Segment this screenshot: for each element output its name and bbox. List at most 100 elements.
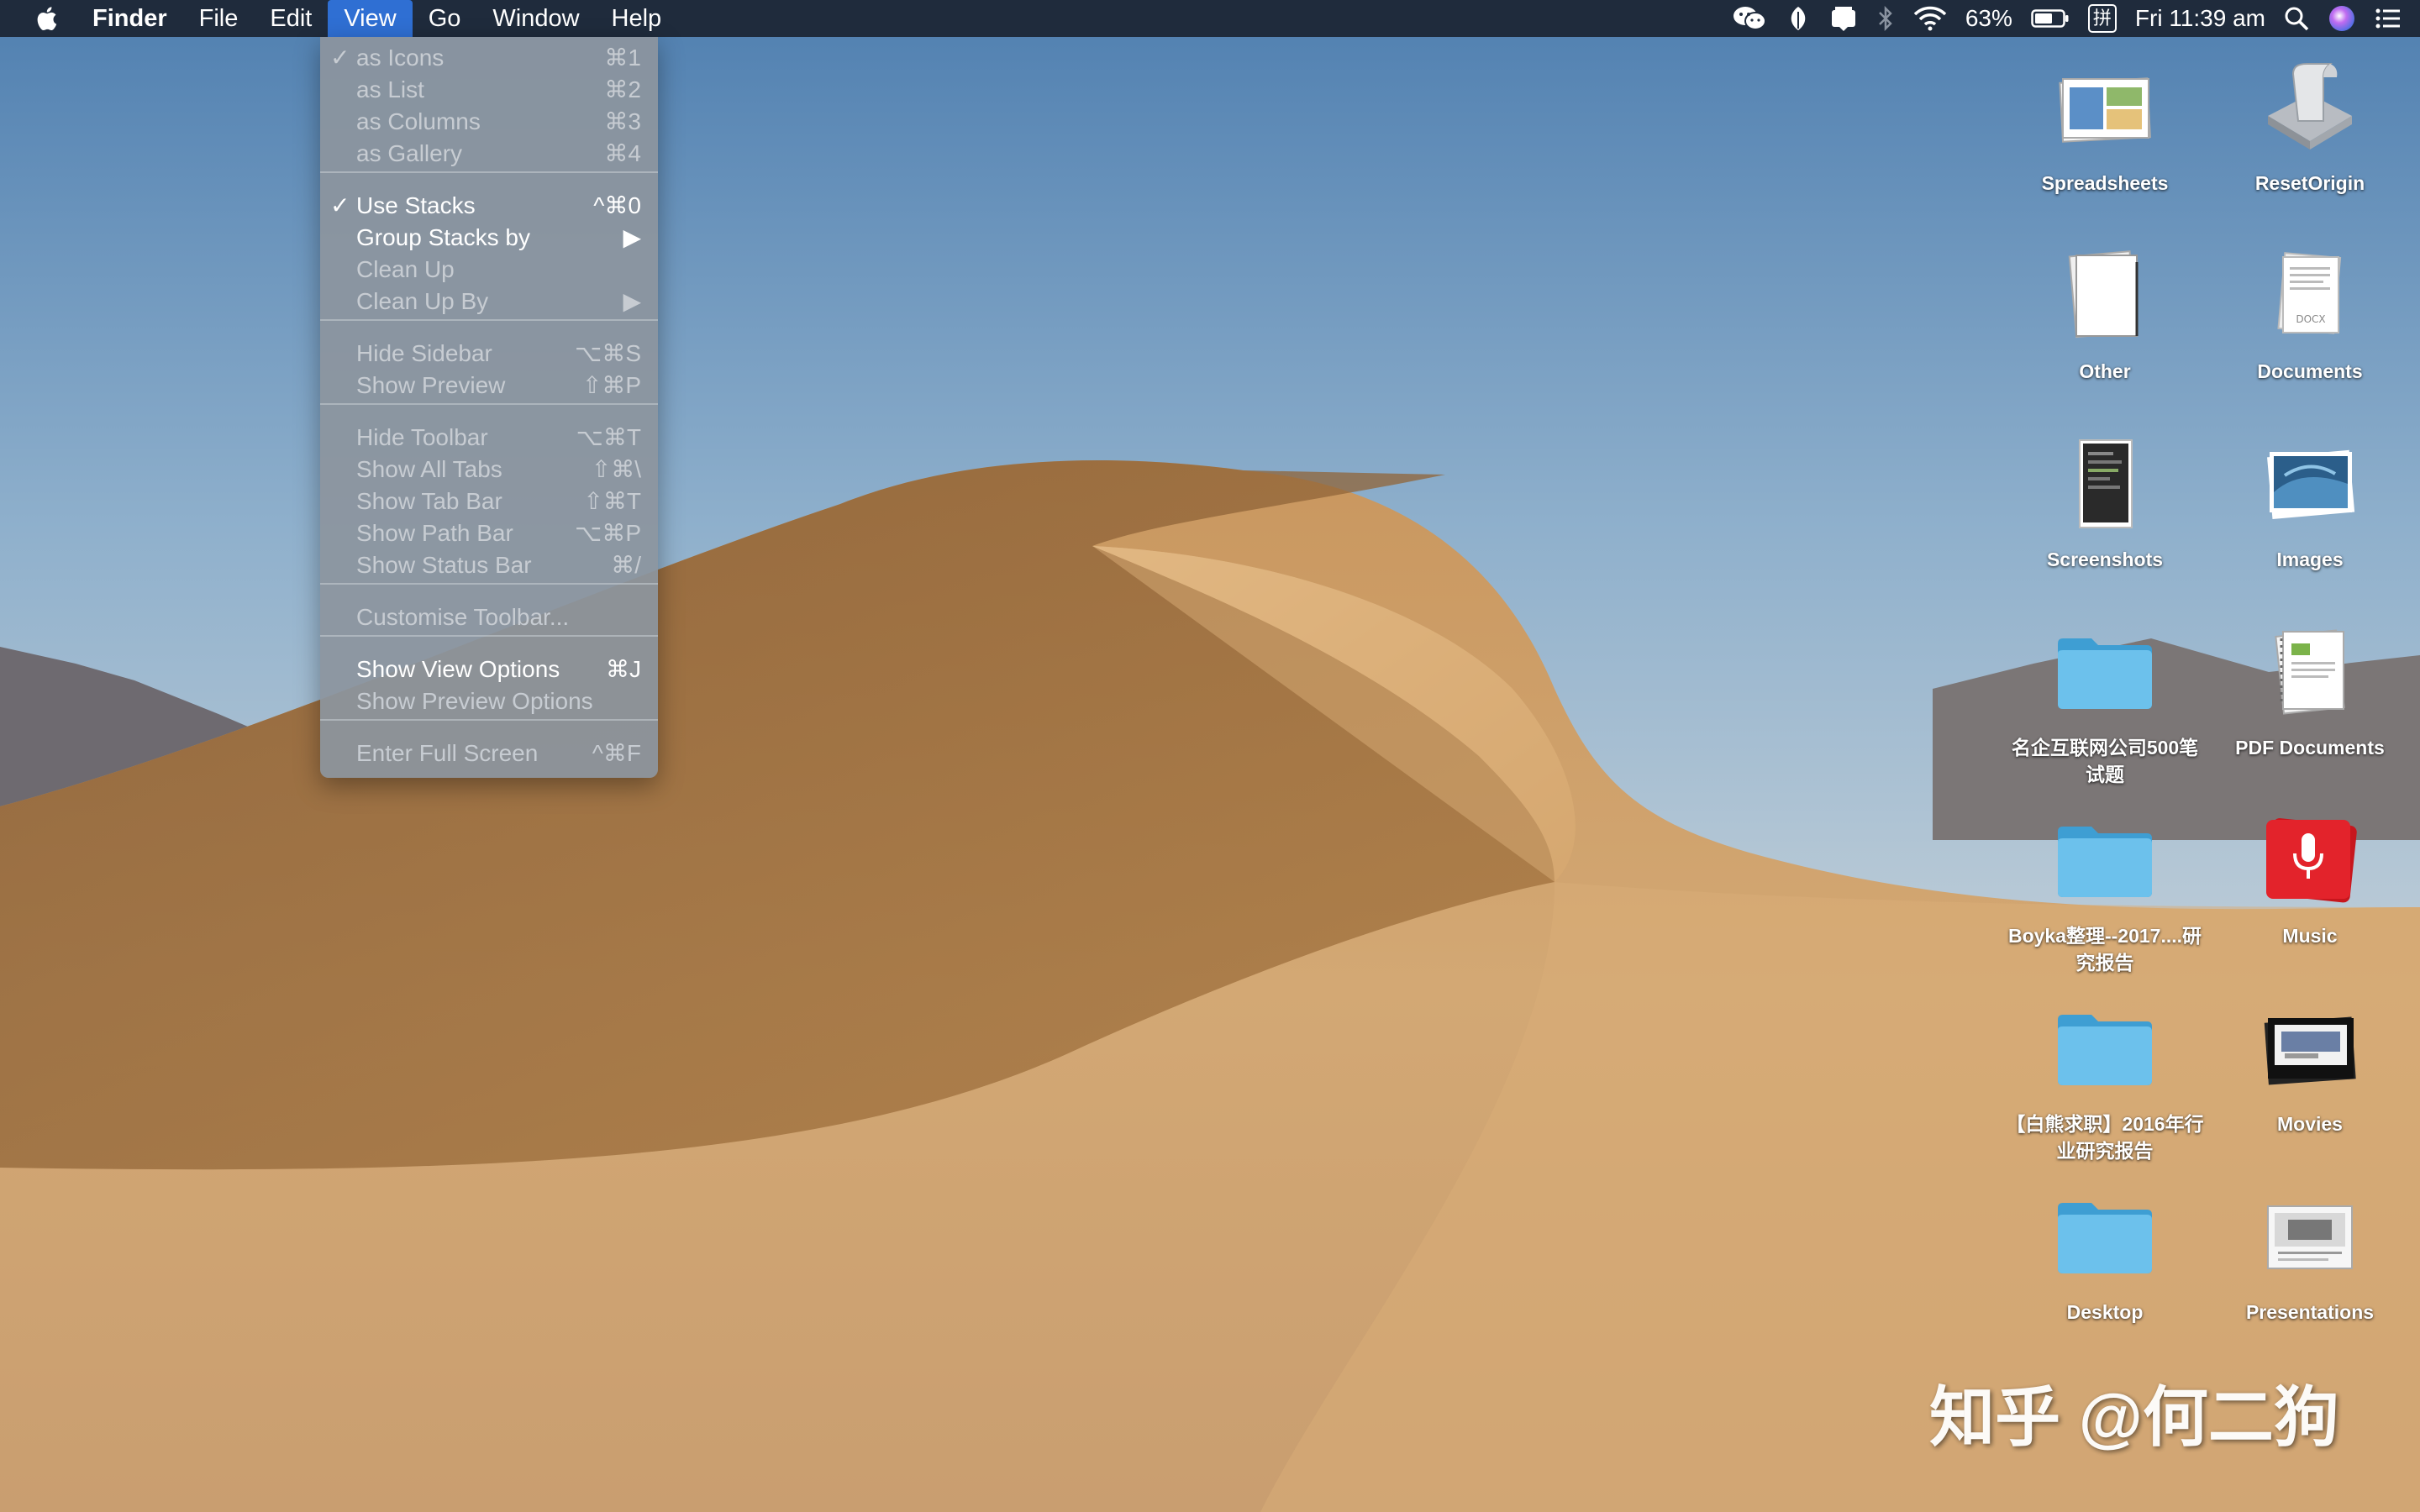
view-menu-item-shortcut: ^⌘F bbox=[592, 740, 641, 766]
view-menu-item[interactable]: Show Path Bar ⌥⌘P bbox=[320, 517, 658, 549]
view-menu-item[interactable]: ✓ as Icons ⌘1 bbox=[320, 42, 658, 74]
view-menu-item[interactable]: Clean Up By ▶ bbox=[320, 286, 658, 318]
input-method-label: 拼 bbox=[2087, 4, 2117, 33]
menu-separator bbox=[320, 583, 658, 585]
apple-menu-icon[interactable] bbox=[0, 0, 92, 37]
view-menu-item-shortcut: ⌘2 bbox=[604, 76, 641, 102]
siri-icon[interactable] bbox=[2328, 0, 2356, 37]
view-menu-item[interactable]: Clean Up bbox=[320, 254, 658, 286]
menu-window[interactable]: Window bbox=[476, 0, 595, 37]
view-menu-item-shortcut: ^⌘0 bbox=[593, 192, 641, 218]
view-menu-item-label: Show Preview Options bbox=[356, 688, 593, 714]
battery-percentage: 63% bbox=[1965, 5, 2012, 31]
desktop-icon-label: Movies bbox=[2277, 1113, 2343, 1135]
view-menu-item[interactable]: Hide Toolbar ⌥⌘T bbox=[320, 422, 658, 454]
folder-icon bbox=[2054, 622, 2155, 722]
view-menu-item[interactable]: as List ⌘2 bbox=[320, 74, 658, 106]
view-menu-item-shortcut: ⌥⌘T bbox=[576, 424, 641, 450]
menu-help[interactable]: Help bbox=[596, 0, 678, 37]
view-menu-item[interactable]: Show Preview ⇧⌘P bbox=[320, 370, 658, 402]
view-menu-item-shortcut: ⌘4 bbox=[604, 140, 641, 166]
view-menu-item-label: Clean Up bbox=[356, 256, 455, 282]
view-menu-item[interactable]: Group Stacks by ▶ bbox=[320, 222, 658, 254]
leaf-app-icon[interactable] bbox=[1786, 0, 1811, 37]
desktop-icon-label: Images bbox=[2276, 549, 2344, 570]
view-menu-item[interactable]: Customise Toolbar... bbox=[320, 601, 658, 633]
folder-icon bbox=[2054, 810, 2155, 911]
notification-app-icon[interactable] bbox=[1829, 0, 1858, 37]
view-menu-item-shortcut: ⇧⌘T bbox=[583, 488, 641, 514]
wechat-icon[interactable] bbox=[1732, 0, 1767, 37]
view-menu-item[interactable]: as Columns ⌘3 bbox=[320, 106, 658, 138]
view-menu-item[interactable]: ✓ Use Stacks ^⌘0 bbox=[320, 190, 658, 222]
menu-go[interactable]: Go bbox=[413, 0, 477, 37]
desktop-icon-label: ResetOrigin bbox=[2254, 172, 2365, 194]
view-menu-item-shortcut: ⇧⌘\ bbox=[591, 456, 641, 482]
menu-file[interactable]: File bbox=[183, 0, 255, 37]
view-menu-item-shortcut: ⌥⌘S bbox=[575, 340, 641, 366]
desktop-icon-label: 名企互联网公司500笔试题 bbox=[2011, 737, 2199, 785]
submenu-arrow-icon: ▶ bbox=[623, 224, 641, 250]
menu-edit[interactable]: Edit bbox=[254, 0, 328, 37]
desktop-icon-label: Spreadsheets bbox=[2041, 172, 2169, 194]
battery-icon[interactable] bbox=[2031, 0, 2070, 37]
view-menu-item-label: Clean Up By bbox=[356, 288, 489, 314]
folder-icon bbox=[2054, 1186, 2155, 1287]
submenu-arrow-icon: ▶ bbox=[623, 288, 641, 314]
script-app-icon bbox=[2260, 57, 2360, 158]
menu-separator bbox=[320, 719, 658, 721]
view-menu-item-label: Enter Full Screen bbox=[356, 740, 539, 766]
checkmark-icon: ✓ bbox=[330, 192, 350, 218]
view-menu-item-label: Hide Sidebar bbox=[356, 340, 492, 366]
desktop-icon-label: Documents bbox=[2257, 360, 2363, 382]
finder-app-menu[interactable]: Finder bbox=[92, 0, 183, 37]
input-method-icon[interactable]: 拼 bbox=[2087, 0, 2117, 37]
view-menu-item[interactable]: Show View Options ⌘J bbox=[320, 654, 658, 685]
notification-center-icon[interactable] bbox=[2375, 0, 2402, 37]
view-menu-item-label: as List bbox=[356, 76, 424, 102]
view-menu-item-shortcut: ⌥⌘P bbox=[575, 520, 641, 546]
svg-text:DOCX: DOCX bbox=[2296, 313, 2325, 325]
desktop-icon-label: PDF Documents bbox=[2235, 737, 2385, 759]
folder-icon bbox=[2054, 998, 2155, 1099]
view-menu-item-shortcut: ⌘/ bbox=[611, 552, 641, 578]
stack-screenshots-icon bbox=[2054, 433, 2155, 534]
stack-movies-icon bbox=[2260, 998, 2360, 1099]
view-menu-item[interactable]: Hide Sidebar ⌥⌘S bbox=[320, 338, 658, 370]
stack-presentations-icon bbox=[2260, 1186, 2360, 1287]
stack-spreadsheets-icon bbox=[2054, 57, 2155, 158]
bluetooth-icon[interactable] bbox=[1876, 0, 1895, 37]
menu-separator bbox=[320, 171, 658, 173]
view-menu-item[interactable]: as Gallery ⌘4 bbox=[320, 138, 658, 170]
view-menu-item-label: as Gallery bbox=[356, 140, 463, 166]
wifi-icon[interactable] bbox=[1913, 0, 1947, 37]
menu-separator bbox=[320, 319, 658, 321]
view-menu-item-label: Show Status Bar bbox=[356, 552, 532, 578]
view-menu-item-label: as Icons bbox=[356, 45, 445, 71]
view-menu-item[interactable]: Show Status Bar ⌘/ bbox=[320, 549, 658, 581]
view-menu-item-label: Use Stacks bbox=[356, 192, 476, 218]
spotlight-search-icon[interactable] bbox=[2284, 0, 2309, 37]
view-menu-item[interactable]: Show All Tabs ⇧⌘\ bbox=[320, 454, 658, 486]
view-dropdown-menu: ✓ as Icons ⌘1 as List ⌘2 as Columns ⌘3 as Galle… bbox=[320, 37, 658, 778]
view-menu-item[interactable]: Show Tab Bar ⇧⌘T bbox=[320, 486, 658, 517]
view-menu-item-label: as Columns bbox=[356, 108, 481, 134]
stack-pdf-icon bbox=[2260, 622, 2360, 722]
view-menu-item[interactable]: Enter Full Screen ^⌘F bbox=[320, 738, 658, 769]
view-menu-item-shortcut: ⌘J bbox=[606, 656, 641, 682]
watermark: 知乎 @何二狗 bbox=[1929, 1380, 2339, 1454]
stack-images-icon bbox=[2260, 433, 2360, 534]
menu-view[interactable]: View bbox=[328, 0, 413, 37]
clock[interactable]: Fri 11:39 am bbox=[2135, 5, 2265, 32]
checkmark-icon: ✓ bbox=[330, 45, 350, 71]
view-menu-item-label: Group Stacks by bbox=[356, 224, 530, 250]
view-menu-item-label: Show Path Bar bbox=[356, 520, 513, 546]
stack-music-icon bbox=[2260, 810, 2360, 911]
view-menu-item-label: Hide Toolbar bbox=[356, 424, 488, 450]
view-menu-item[interactable]: Show Preview Options bbox=[320, 685, 658, 717]
desktop-icon-label: Screenshots bbox=[2046, 549, 2164, 570]
desktop-icon-label: Desktop bbox=[2066, 1301, 2144, 1323]
view-menu-item-label: Customise Toolbar... bbox=[356, 604, 570, 630]
desktop-icon-label: Other bbox=[2079, 360, 2131, 382]
menu-bar: Finder File Edit View Go Window Help 63%… bbox=[0, 0, 2420, 37]
